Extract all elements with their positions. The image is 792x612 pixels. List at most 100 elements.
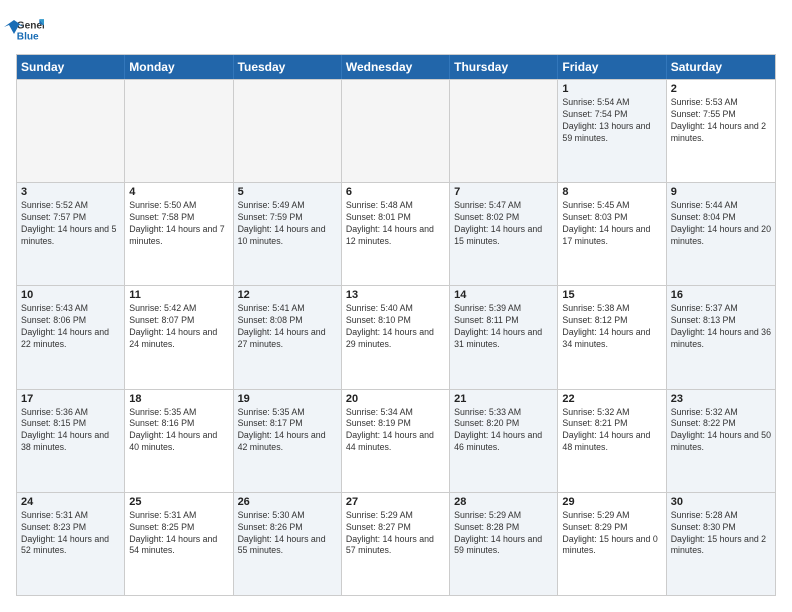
calendar-cell-8: 8Sunrise: 5:45 AM Sunset: 8:03 PM Daylig… bbox=[558, 183, 666, 285]
day-number: 7 bbox=[454, 186, 553, 198]
cell-info: Sunrise: 5:48 AM Sunset: 8:01 PM Dayligh… bbox=[346, 200, 445, 248]
calendar-row-3: 17 Sunrise: 5:36 AM Sunset: 8:15 PM Dayli… bbox=[17, 389, 775, 492]
cell-info: Sunrise: 5:28 AM Sunset: 8:30 PM Dayligh… bbox=[671, 510, 771, 558]
calendar-cell-13: 13 Sunrise: 5:40 AM Sunset: 8:10 PM Dayli… bbox=[342, 286, 450, 388]
cell-info: Sunrise: 5:33 AM Sunset: 8:20 PM Dayligh… bbox=[454, 407, 553, 455]
calendar-row-4: 24 Sunrise: 5:31 AM Sunset: 8:23 PM Dayli… bbox=[17, 492, 775, 595]
header-cell-tuesday: Tuesday bbox=[234, 55, 342, 79]
header-cell-thursday: Thursday bbox=[450, 55, 558, 79]
logo: General Blue bbox=[16, 16, 24, 44]
calendar-cell-21: 21 Sunrise: 5:33 AM Sunset: 8:20 PM Dayli… bbox=[450, 390, 558, 492]
cell-info: Sunrise: 5:39 AM Sunset: 8:11 PM Dayligh… bbox=[454, 303, 553, 351]
day-number: 2 bbox=[671, 83, 771, 95]
calendar-cell-9: 9 Sunrise: 5:44 AM Sunset: 8:04 PM Daylig… bbox=[667, 183, 775, 285]
calendar-cell-empty-4 bbox=[450, 80, 558, 182]
calendar-cell-12: 12 Sunrise: 5:41 AM Sunset: 8:08 PM Dayli… bbox=[234, 286, 342, 388]
cell-info: Sunrise: 5:30 AM Sunset: 8:26 PM Dayligh… bbox=[238, 510, 337, 558]
day-number: 24 bbox=[21, 496, 120, 508]
cell-info: Sunrise: 5:36 AM Sunset: 8:15 PM Dayligh… bbox=[21, 407, 120, 455]
calendar-cell-25: 25 Sunrise: 5:31 AM Sunset: 8:25 PM Dayli… bbox=[125, 493, 233, 595]
header-cell-wednesday: Wednesday bbox=[342, 55, 450, 79]
header-cell-friday: Friday bbox=[558, 55, 666, 79]
cell-info: Sunrise: 5:32 AM Sunset: 8:21 PM Dayligh… bbox=[562, 407, 661, 455]
cell-info: Sunrise: 5:53 AM Sunset: 7:55 PM Dayligh… bbox=[671, 97, 771, 145]
calendar-cell-empty-3 bbox=[342, 80, 450, 182]
calendar-cell-20: 20 Sunrise: 5:34 AM Sunset: 8:19 PM Dayli… bbox=[342, 390, 450, 492]
cell-info: Sunrise: 5:35 AM Sunset: 8:17 PM Dayligh… bbox=[238, 407, 337, 455]
calendar-cell-27: 27 Sunrise: 5:29 AM Sunset: 8:27 PM Dayli… bbox=[342, 493, 450, 595]
calendar-header: SundayMondayTuesdayWednesdayThursdayFrid… bbox=[17, 55, 775, 79]
day-number: 27 bbox=[346, 496, 445, 508]
cell-info: Sunrise: 5:40 AM Sunset: 8:10 PM Dayligh… bbox=[346, 303, 445, 351]
cell-info: Sunrise: 5:35 AM Sunset: 8:16 PM Dayligh… bbox=[129, 407, 228, 455]
cell-info: Sunrise: 5:29 AM Sunset: 8:28 PM Dayligh… bbox=[454, 510, 553, 558]
day-number: 26 bbox=[238, 496, 337, 508]
cell-info: Sunrise: 5:54 AM Sunset: 7:54 PM Dayligh… bbox=[562, 97, 661, 145]
day-number: 29 bbox=[562, 496, 661, 508]
day-number: 5 bbox=[238, 186, 337, 198]
day-number: 23 bbox=[671, 393, 771, 405]
cell-info: Sunrise: 5:43 AM Sunset: 8:06 PM Dayligh… bbox=[21, 303, 120, 351]
calendar-cell-28: 28Sunrise: 5:29 AM Sunset: 8:28 PM Dayli… bbox=[450, 493, 558, 595]
cell-info: Sunrise: 5:38 AM Sunset: 8:12 PM Dayligh… bbox=[562, 303, 661, 351]
cell-info: Sunrise: 5:31 AM Sunset: 8:23 PM Dayligh… bbox=[21, 510, 120, 558]
calendar-cell-10: 10 Sunrise: 5:43 AM Sunset: 8:06 PM Dayli… bbox=[17, 286, 125, 388]
day-number: 1 bbox=[562, 83, 661, 95]
cell-info: Sunrise: 5:29 AM Sunset: 8:27 PM Dayligh… bbox=[346, 510, 445, 558]
day-number: 6 bbox=[346, 186, 445, 198]
calendar-cell-4: 4Sunrise: 5:50 AM Sunset: 7:58 PM Daylig… bbox=[125, 183, 233, 285]
calendar-cell-empty-0 bbox=[17, 80, 125, 182]
day-number: 14 bbox=[454, 289, 553, 301]
day-number: 13 bbox=[346, 289, 445, 301]
day-number: 16 bbox=[671, 289, 771, 301]
day-number: 17 bbox=[21, 393, 120, 405]
calendar-cell-empty-1 bbox=[125, 80, 233, 182]
cell-info: Sunrise: 5:29 AM Sunset: 8:29 PM Dayligh… bbox=[562, 510, 661, 558]
calendar-row-2: 10 Sunrise: 5:43 AM Sunset: 8:06 PM Dayli… bbox=[17, 285, 775, 388]
cell-info: Sunrise: 5:37 AM Sunset: 8:13 PM Dayligh… bbox=[671, 303, 771, 351]
calendar-cell-23: 23Sunrise: 5:32 AM Sunset: 8:22 PM Dayli… bbox=[667, 390, 775, 492]
day-number: 9 bbox=[671, 186, 771, 198]
calendar-cell-15: 15Sunrise: 5:38 AM Sunset: 8:12 PM Dayli… bbox=[558, 286, 666, 388]
day-number: 19 bbox=[238, 393, 337, 405]
day-number: 22 bbox=[562, 393, 661, 405]
calendar-cell-11: 11Sunrise: 5:42 AM Sunset: 8:07 PM Dayli… bbox=[125, 286, 233, 388]
header-cell-sunday: Sunday bbox=[17, 55, 125, 79]
day-number: 18 bbox=[129, 393, 228, 405]
cell-info: Sunrise: 5:47 AM Sunset: 8:02 PM Dayligh… bbox=[454, 200, 553, 248]
day-number: 10 bbox=[21, 289, 120, 301]
day-number: 4 bbox=[129, 186, 228, 198]
calendar-cell-2: 2 Sunrise: 5:53 AM Sunset: 7:55 PM Daylig… bbox=[667, 80, 775, 182]
day-number: 3 bbox=[21, 186, 120, 198]
calendar-body: 1 Sunrise: 5:54 AM Sunset: 7:54 PM Daylig… bbox=[17, 79, 775, 595]
day-number: 12 bbox=[238, 289, 337, 301]
calendar-cell-3: 3Sunrise: 5:52 AM Sunset: 7:57 PM Daylig… bbox=[17, 183, 125, 285]
calendar-cell-17: 17 Sunrise: 5:36 AM Sunset: 8:15 PM Dayli… bbox=[17, 390, 125, 492]
cell-info: Sunrise: 5:34 AM Sunset: 8:19 PM Dayligh… bbox=[346, 407, 445, 455]
calendar-row-1: 3Sunrise: 5:52 AM Sunset: 7:57 PM Daylig… bbox=[17, 182, 775, 285]
day-number: 20 bbox=[346, 393, 445, 405]
cell-info: Sunrise: 5:49 AM Sunset: 7:59 PM Dayligh… bbox=[238, 200, 337, 248]
header-cell-monday: Monday bbox=[125, 55, 233, 79]
cell-info: Sunrise: 5:42 AM Sunset: 8:07 PM Dayligh… bbox=[129, 303, 228, 351]
calendar-row-0: 1 Sunrise: 5:54 AM Sunset: 7:54 PM Daylig… bbox=[17, 79, 775, 182]
calendar-cell-16: 16 Sunrise: 5:37 AM Sunset: 8:13 PM Dayli… bbox=[667, 286, 775, 388]
calendar-cell-14: 14 Sunrise: 5:39 AM Sunset: 8:11 PM Dayli… bbox=[450, 286, 558, 388]
calendar: SundayMondayTuesdayWednesdayThursdayFrid… bbox=[16, 54, 776, 596]
cell-info: Sunrise: 5:44 AM Sunset: 8:04 PM Dayligh… bbox=[671, 200, 771, 248]
cell-info: Sunrise: 5:31 AM Sunset: 8:25 PM Dayligh… bbox=[129, 510, 228, 558]
calendar-cell-5: 5 Sunrise: 5:49 AM Sunset: 7:59 PM Daylig… bbox=[234, 183, 342, 285]
calendar-cell-30: 30 Sunrise: 5:28 AM Sunset: 8:30 PM Dayli… bbox=[667, 493, 775, 595]
day-number: 21 bbox=[454, 393, 553, 405]
cell-info: Sunrise: 5:41 AM Sunset: 8:08 PM Dayligh… bbox=[238, 303, 337, 351]
day-number: 25 bbox=[129, 496, 228, 508]
calendar-cell-empty-2 bbox=[234, 80, 342, 182]
logo-bird-icon bbox=[4, 20, 24, 34]
calendar-cell-29: 29 Sunrise: 5:29 AM Sunset: 8:29 PM Dayli… bbox=[558, 493, 666, 595]
calendar-cell-1: 1 Sunrise: 5:54 AM Sunset: 7:54 PM Daylig… bbox=[558, 80, 666, 182]
calendar-cell-22: 22 Sunrise: 5:32 AM Sunset: 8:21 PM Dayli… bbox=[558, 390, 666, 492]
day-number: 30 bbox=[671, 496, 771, 508]
calendar-cell-19: 19 Sunrise: 5:35 AM Sunset: 8:17 PM Dayli… bbox=[234, 390, 342, 492]
cell-info: Sunrise: 5:45 AM Sunset: 8:03 PM Dayligh… bbox=[562, 200, 661, 248]
calendar-cell-7: 7 Sunrise: 5:47 AM Sunset: 8:02 PM Daylig… bbox=[450, 183, 558, 285]
